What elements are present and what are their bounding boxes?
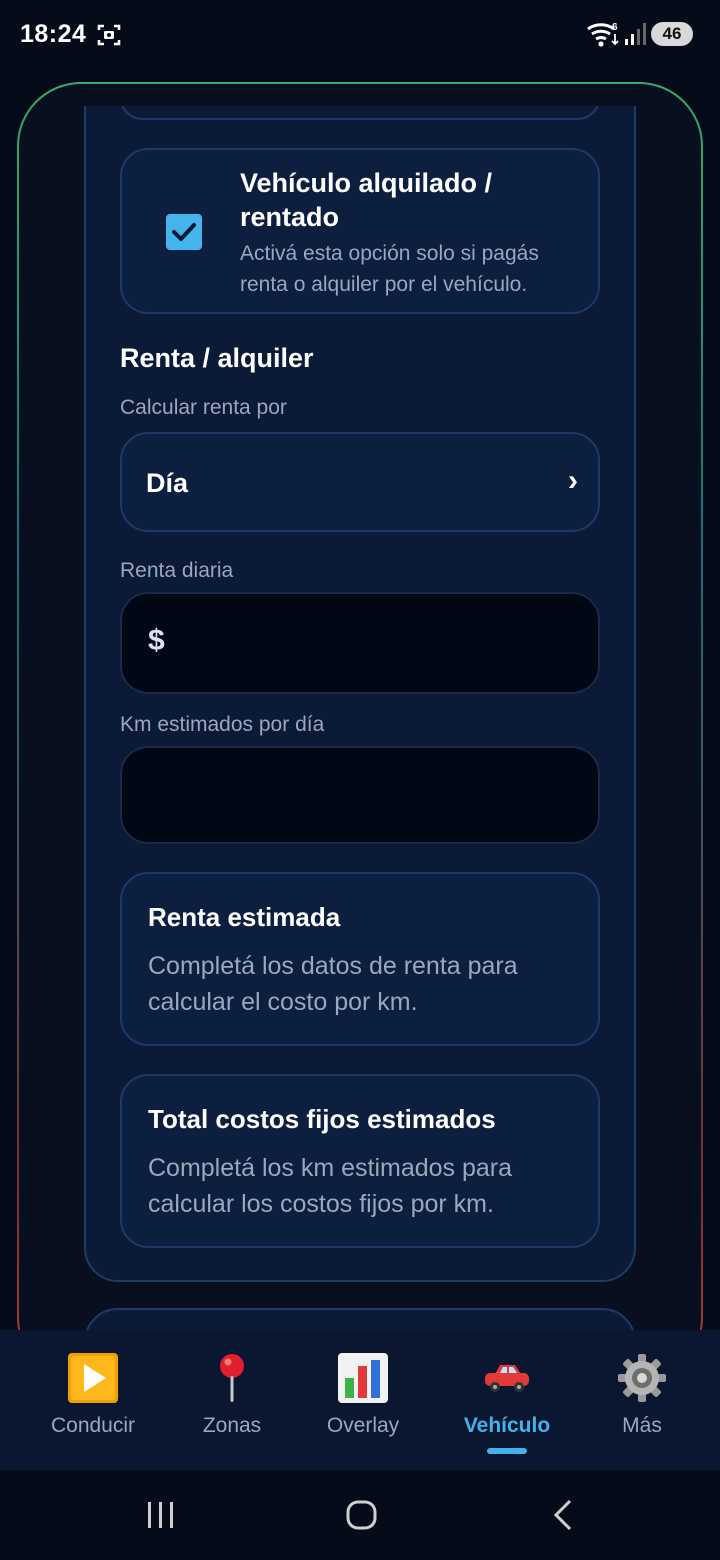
km-per-day-field[interactable] [120, 746, 600, 844]
bar-chart-icon [338, 1353, 388, 1403]
chevron-right-icon: › [568, 464, 578, 497]
calc-rent-select[interactable]: Día › [120, 432, 600, 532]
nav-label-vehiculo: Vehículo [463, 1414, 551, 1437]
rented-vehicle-description: Activá esta opción solo si pagás renta o… [240, 242, 539, 296]
back-icon[interactable] [550, 1498, 576, 1532]
daily-rent-field[interactable]: $ [120, 592, 600, 694]
estimated-rent-title: Renta estimada [148, 902, 341, 932]
gear-icon [618, 1354, 666, 1402]
system-nav-bar [0, 1470, 720, 1560]
nav-label-zonas: Zonas [202, 1414, 262, 1437]
nav-item-vehiculo[interactable]: Vehículo [442, 1350, 572, 1460]
rented-vehicle-checkbox[interactable] [166, 214, 202, 250]
vehicle-settings-scroll[interactable]: Vehículo alquilado / rentado Activá esta… [0, 106, 720, 1330]
rented-vehicle-toggle[interactable]: Vehículo alquilado / rentado Activá esta… [120, 148, 600, 314]
nav-label-overlay: Overlay [326, 1414, 400, 1437]
nav-item-zonas[interactable]: Zonas [167, 1350, 297, 1460]
fixed-costs-title: Total costos fijos estimados [148, 1104, 496, 1134]
nav-label-conducir: Conducir [50, 1414, 136, 1437]
active-tab-indicator [487, 1448, 527, 1454]
calc-rent-value: Día [146, 468, 189, 498]
wifi-badge: 6 [612, 22, 618, 33]
signal-icon [625, 23, 646, 45]
nav-item-overlay[interactable]: Overlay [298, 1350, 428, 1460]
currency-symbol: $ [148, 624, 165, 657]
play-button-icon [68, 1353, 118, 1403]
km-per-day-input[interactable] [148, 774, 578, 820]
next-card-edge [84, 1308, 636, 1330]
km-per-day-label: Km estimados por día [120, 713, 325, 736]
previous-field-edge [120, 106, 600, 120]
status-time: 18:24 [20, 20, 87, 48]
rented-vehicle-title: Vehículo alquilado / rentado [240, 168, 493, 232]
daily-rent-input[interactable] [184, 620, 574, 666]
nav-item-mas[interactable]: Más [577, 1350, 707, 1460]
fixed-costs-card: Total costos fijos estimados Completá lo… [120, 1074, 600, 1248]
screenshot-icon [97, 24, 121, 46]
fixed-costs-text: Completá los km estimados para calcular … [148, 1154, 513, 1218]
daily-rent-label: Renta diaria [120, 559, 234, 582]
status-bar: 18:24 6 46 [0, 0, 720, 70]
recent-apps-icon[interactable] [146, 1498, 176, 1532]
battery-indicator: 46 [651, 22, 693, 46]
nav-item-conducir[interactable]: Conducir [28, 1350, 158, 1460]
nav-label-mas: Más [622, 1414, 662, 1437]
wifi-icon: 6 [587, 22, 619, 47]
checkmark-icon [172, 223, 196, 241]
calc-rent-label: Calcular renta por [120, 396, 287, 419]
rent-section-title: Renta / alquiler [120, 343, 314, 373]
car-icon [485, 1365, 529, 1392]
home-icon[interactable] [345, 1498, 379, 1532]
map-pin-icon [220, 1354, 244, 1402]
estimated-rent-text: Completá los datos de renta para calcula… [148, 952, 518, 1016]
estimated-rent-card: Renta estimada Completá los datos de ren… [120, 872, 600, 1046]
bottom-nav: Conducir Zonas Overlay Vehículo Más [0, 1330, 720, 1470]
